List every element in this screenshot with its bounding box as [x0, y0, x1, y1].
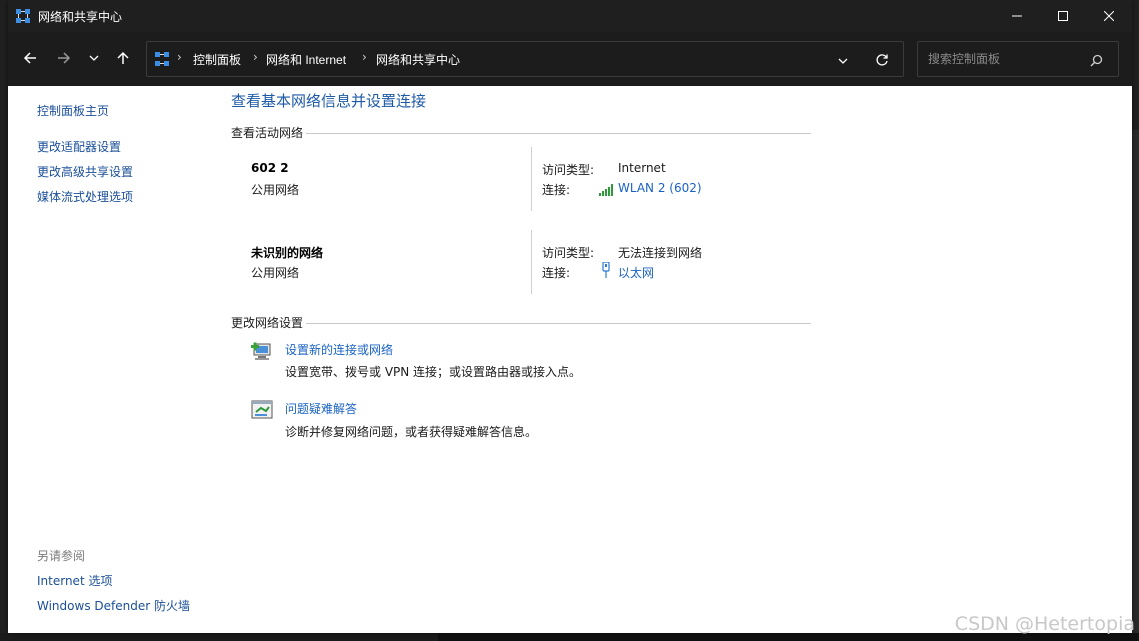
back-button[interactable] [16, 44, 44, 72]
maximize-button[interactable] [1040, 0, 1086, 32]
chevron-down-icon [838, 58, 848, 64]
search-box[interactable] [917, 41, 1119, 77]
new-connection-icon [251, 340, 275, 368]
troubleshoot-description: 诊断并修复网络问题，或者获得疑难解答信息。 [285, 425, 538, 439]
maximize-icon [1058, 11, 1068, 21]
page-title: 查看基本网络信息并设置连接 [231, 92, 427, 110]
breadcrumb-network-sharing-center[interactable]: 网络和共享中心 [376, 51, 460, 68]
search-icon[interactable] [1090, 52, 1103, 71]
close-icon [1104, 11, 1114, 21]
refresh-button[interactable] [875, 52, 889, 71]
troubleshoot-icon [251, 400, 273, 424]
breadcrumb-control-panel[interactable]: 控制面板 [193, 51, 241, 68]
network-profile-type[interactable]: 公用网络 [251, 264, 299, 281]
refresh-icon [876, 54, 888, 66]
title-bar: 网络和共享中心 [8, 0, 1132, 32]
ethernet-icon [602, 261, 611, 282]
see-also-internet-options[interactable]: Internet 选项 [37, 572, 112, 589]
change-settings-heading: 更改网络设置 [231, 316, 304, 330]
breadcrumb-separator: › [253, 50, 258, 64]
breadcrumb-separator: › [362, 50, 367, 64]
network-profile-type[interactable]: 公用网络 [251, 181, 299, 198]
address-dropdown-button[interactable] [837, 52, 849, 71]
navigation-toolbar: › 控制面板 › 网络和 Internet › 网络和共享中心 [8, 32, 1132, 86]
sidebar-item-advanced-sharing[interactable]: 更改高级共享设置 [37, 163, 133, 180]
troubleshoot-link[interactable]: 问题疑难解答 [285, 400, 357, 417]
address-bar[interactable]: › 控制面板 › 网络和 Internet › 网络和共享中心 [146, 41, 904, 77]
sidebar-item-change-adapter[interactable]: 更改适配器设置 [37, 138, 121, 155]
wlan-connection-link[interactable]: WLAN 2 (602) [618, 181, 702, 195]
sidebar-control-panel-home[interactable]: 控制面板主页 [37, 102, 109, 119]
see-also-windows-firewall[interactable]: Windows Defender 防火墙 [37, 597, 190, 614]
setup-new-connection-link[interactable]: 设置新的连接或网络 [285, 341, 393, 358]
active-networks-heading: 查看活动网络 [231, 126, 304, 140]
window-title: 网络和共享中心 [38, 10, 123, 24]
network-divider [531, 147, 532, 211]
breadcrumb-separator: › [177, 50, 182, 64]
access-type-value: 无法连接到网络 [618, 246, 703, 260]
watermark: CSDN @Hetertopia [954, 613, 1135, 635]
access-type-value: Internet [618, 161, 666, 175]
setup-new-connection-description: 设置宽带、拨号或 VPN 连接；或设置路由器或接入点。 [285, 365, 582, 379]
minimize-button[interactable] [994, 0, 1040, 32]
sidebar-item-media-streaming[interactable]: 媒体流式处理选项 [37, 188, 133, 205]
connection-label: 连接: [542, 183, 571, 197]
arrow-left-icon [23, 52, 36, 64]
network-center-icon [155, 51, 169, 70]
arrow-right-icon [58, 52, 71, 64]
forward-button[interactable] [50, 44, 78, 72]
network-divider [531, 230, 532, 294]
ethernet-connection-link[interactable]: 以太网 [618, 264, 654, 281]
section-divider [306, 133, 811, 134]
search-input[interactable] [926, 51, 1090, 67]
wifi-signal-icon [599, 181, 615, 200]
access-type-label: 访问类型: [542, 246, 595, 260]
network-sharing-center-window: 网络和共享中心 › 控制面板 › 网络和 Internet › 网络和共享中心 … [8, 0, 1132, 633]
arrow-up-icon [117, 51, 129, 64]
connection-label: 连接: [542, 266, 571, 280]
close-button[interactable] [1086, 0, 1132, 32]
recent-locations-button[interactable] [80, 44, 108, 72]
minimize-icon [1012, 15, 1022, 17]
access-type-label: 访问类型: [542, 163, 595, 177]
network-name: 602 2 [251, 161, 289, 175]
up-button[interactable] [109, 44, 137, 72]
see-also-heading: 另请参阅 [37, 549, 86, 563]
section-divider [306, 323, 811, 324]
breadcrumb-network-internet[interactable]: 网络和 Internet [266, 51, 346, 68]
chevron-down-icon [89, 55, 99, 61]
network-center-icon [16, 8, 30, 27]
network-name: 未识别的网络 [251, 246, 324, 260]
